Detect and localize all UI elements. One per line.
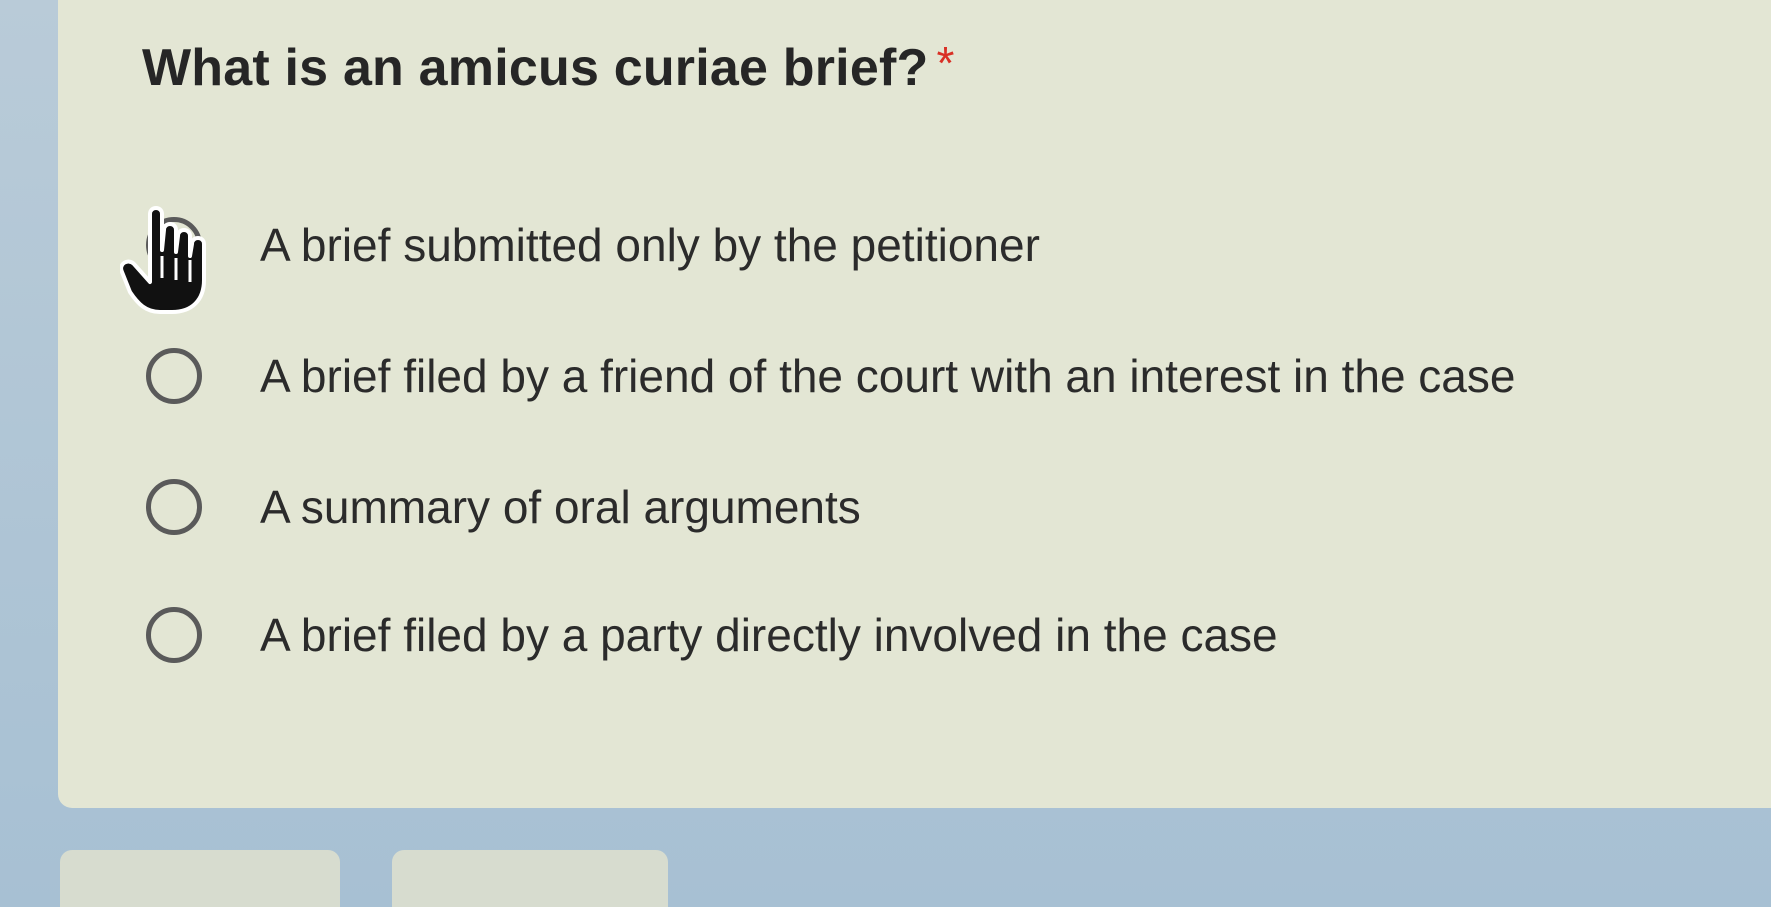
option-1[interactable]: A brief submitted only by the petitioner <box>146 210 1040 280</box>
option-1-label[interactable]: A brief submitted only by the petitioner <box>260 218 1040 272</box>
option-4-label[interactable]: A brief filed by a party directly involv… <box>260 608 1278 662</box>
option-3-label[interactable]: A summary of oral arguments <box>260 480 861 534</box>
back-button[interactable] <box>60 850 340 907</box>
question-text: What is an amicus curiae brief? <box>142 39 929 97</box>
form-page: What is an amicus curiae brief? * A brief… <box>0 0 1771 907</box>
option-3[interactable]: A summary of oral arguments <box>146 472 861 542</box>
question-title: What is an amicus curiae brief? * <box>142 37 955 98</box>
option-2[interactable]: A brief filed by a friend of the court w… <box>146 341 1515 411</box>
hand-pointer-icon <box>120 206 206 314</box>
next-button[interactable] <box>392 850 668 907</box>
radio-button-4[interactable] <box>146 607 202 663</box>
radio-button-2[interactable] <box>146 348 202 404</box>
option-4[interactable]: A brief filed by a party directly involv… <box>146 600 1278 670</box>
radio-button-3[interactable] <box>146 479 202 535</box>
option-2-label[interactable]: A brief filed by a friend of the court w… <box>260 349 1515 403</box>
required-marker: * <box>936 37 955 89</box>
